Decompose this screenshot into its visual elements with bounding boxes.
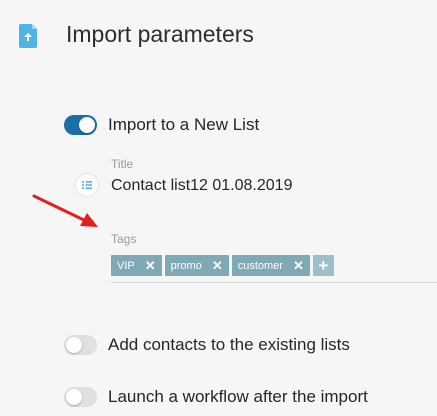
tag-chip: promo ✕: [164, 255, 229, 276]
workflow-label: Launch a workflow after the import: [108, 387, 368, 406]
remove-tag-icon[interactable]: ✕: [145, 258, 156, 274]
existing-lists-toggle[interactable]: [64, 335, 97, 355]
tag-label: customer: [237, 259, 283, 272]
remove-tag-icon[interactable]: ✕: [293, 258, 304, 274]
tags-field-label: Tags: [111, 232, 137, 246]
tag-label: VIP: [117, 259, 135, 272]
tag-chip: customer ✕: [231, 255, 310, 276]
workflow-toggle[interactable]: [64, 387, 97, 407]
existing-lists-label: Add contacts to the existing lists: [108, 335, 350, 354]
existing-lists-option[interactable]: Add contacts to the existing lists: [64, 335, 350, 355]
remove-tag-icon[interactable]: ✕: [212, 258, 223, 274]
toggle-knob: [66, 389, 82, 405]
toggle-knob: [66, 337, 82, 353]
tag-chip: VIP ✕: [111, 255, 162, 276]
tag-label: promo: [170, 259, 202, 272]
workflow-option[interactable]: Launch a workflow after the import: [64, 387, 368, 407]
tags-field[interactable]: VIP ✕ promo ✕ customer ✕ +: [111, 255, 437, 283]
add-tag-button[interactable]: +: [312, 255, 334, 276]
